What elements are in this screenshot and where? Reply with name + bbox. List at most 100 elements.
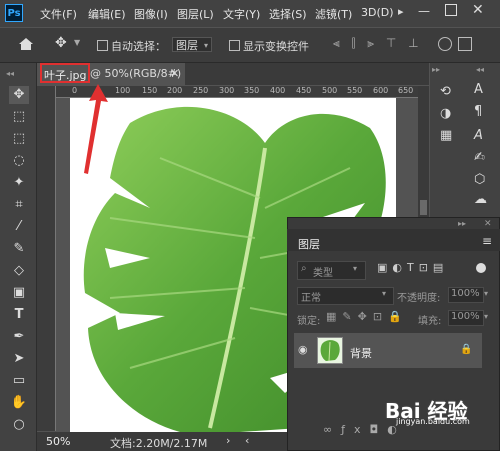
layers-panel-title[interactable]: 图层 [298, 236, 320, 252]
layer-name[interactable]: 背景 [350, 345, 372, 361]
layer-thumbnail [317, 337, 343, 364]
ruler-tick: 650 [398, 86, 414, 95]
auto-select-label: 自动选择： [111, 40, 166, 53]
cloud-icon[interactable]: ☁ [474, 192, 487, 207]
move-tool-preset-icon[interactable]: ✥ [55, 35, 67, 51]
ruler-tick: 550 [347, 86, 363, 95]
ruler-tick: 500 [322, 86, 338, 95]
search-icon: ⌕ [301, 263, 307, 274]
lock-label: 锁定: [297, 316, 321, 327]
path-select-icon[interactable]: ➤ [9, 350, 29, 368]
menu-file[interactable]: 文件(F) [40, 6, 77, 22]
pen-icon[interactable]: ✒ [9, 328, 29, 346]
photoshop-logo-icon: Ps [5, 4, 23, 22]
menu-image[interactable]: 图像(I) [134, 6, 168, 22]
menu-more-icon[interactable]: ▸ [398, 5, 404, 18]
status-menu-arrow-icon[interactable]: › [226, 434, 230, 447]
ruler-tick: 0 [72, 86, 78, 95]
chevron-down-icon[interactable]: ▾ [484, 312, 488, 321]
show-transform-checkbox[interactable] [229, 40, 240, 51]
layer-bottom-actions[interactable]: ∞ƒx◘◐ [323, 423, 406, 436]
panel-collapse-icon[interactable]: ▸▸ [458, 219, 466, 228]
document-tab-name[interactable]: 叶子.jpg [44, 67, 87, 83]
ruler-tick: 450 [296, 86, 312, 95]
toolbar-collapse-icon[interactable]: ◂◂ [6, 69, 30, 79]
rectangle-icon[interactable]: ▭ [9, 372, 29, 390]
color-icon[interactable]: ◑ [440, 106, 451, 121]
text-icon[interactable]: T [9, 306, 29, 324]
cube-icon[interactable]: ⬡ [474, 172, 485, 187]
menu-filter[interactable]: 滤镜(T) [315, 6, 352, 22]
eraser-icon[interactable]: ◇ [9, 262, 29, 280]
annotation-arrow-icon [84, 84, 108, 174]
ruler-tick: 100 [115, 86, 131, 95]
home-icon[interactable] [18, 37, 34, 51]
brush-icon[interactable]: ✎ [9, 240, 29, 258]
chevron-down-icon: ▾ [353, 264, 358, 273]
layer-filter-icons[interactable]: ▣◐T⊡▤ [377, 261, 448, 274]
align-icons[interactable]: ⫷ ⫿ ⫸ ⊤ ⊥ [333, 36, 423, 51]
panel-close-icon[interactable]: ✕ [484, 219, 492, 229]
menu-3d[interactable]: 3D(D) [361, 6, 394, 19]
opacity-input[interactable]: 100% [448, 287, 484, 303]
auto-select-value: 图层 [176, 39, 198, 52]
ruler-tick: 350 [244, 86, 260, 95]
lasso-icon[interactable]: ◌ [9, 152, 29, 170]
paths-icon[interactable]: ✍ [474, 150, 485, 165]
ruler-tick: 250 [193, 86, 209, 95]
menu-edit[interactable]: 编辑(E) [88, 6, 126, 22]
move-icon[interactable]: ✥ [9, 86, 29, 104]
scrollbar-thumb[interactable] [420, 200, 427, 215]
minimize-icon[interactable]: — [418, 4, 430, 18]
show-transform-label: 显示变换控件 [243, 40, 309, 53]
3d-object-icon[interactable] [458, 37, 472, 51]
chevron-down-icon: ▾ [382, 289, 387, 298]
paragraph-icon[interactable]: ¶ [474, 104, 482, 119]
opacity-label: 不透明度: [397, 293, 441, 304]
auto-select-dropdown[interactable]: 图层 ▾ [172, 37, 212, 52]
maximize-icon[interactable] [445, 4, 457, 16]
fill-label: 填充: [418, 316, 442, 327]
filter-toggle-icon[interactable] [476, 263, 486, 273]
3d-mode-icon[interactable] [438, 37, 452, 51]
chevron-down-icon[interactable]: ▾ [484, 289, 488, 298]
menu-layer[interactable]: 图层(L) [177, 6, 214, 22]
zoom-level[interactable]: 50% [46, 435, 70, 448]
panel-menu-icon[interactable]: ≡ [482, 234, 492, 248]
document-size-info: 文档:2.20M/2.17M [110, 437, 208, 450]
visibility-eye-icon[interactable]: ◉ [298, 343, 308, 356]
chevron-down-icon[interactable]: ▼ [74, 38, 80, 47]
marquee-icon[interactable]: ⬚ [9, 130, 29, 148]
tab-close-icon[interactable]: ✕ [170, 67, 179, 80]
auto-select-checkbox[interactable] [97, 40, 108, 51]
status-scroll-left-icon[interactable]: ‹ [245, 434, 249, 447]
ruler-tick: 150 [142, 86, 158, 95]
menu-select[interactable]: 选择(S) [269, 6, 307, 22]
history-icon[interactable]: ⟲ [440, 84, 451, 99]
ruler-tick: 200 [167, 86, 183, 95]
magic-wand-icon[interactable]: ✦ [9, 174, 29, 192]
crop-icon[interactable]: ⌗ [9, 196, 29, 214]
eyedropper-icon[interactable]: ⁄ [9, 218, 29, 236]
grid-icon[interactable]: ▦ [440, 128, 452, 143]
ruler-tick: 300 [219, 86, 235, 95]
blend-mode-value: 正常 [301, 293, 321, 304]
artboard-icon[interactable]: ⬚ [9, 108, 29, 126]
zoom-icon[interactable]: ○ [9, 416, 29, 434]
close-icon[interactable]: ✕ [472, 2, 484, 18]
dock-collapse-icon[interactable]: ▸▸ [432, 65, 440, 74]
document-tab-info: @ 50%(RGB/8#) [90, 67, 182, 80]
layer-lock-icon: 🔒 [460, 344, 473, 355]
character-icon[interactable]: A [474, 82, 483, 97]
lock-icons[interactable]: ▦✎✥⊡🔒 [326, 310, 408, 323]
ruler-tick: 600 [373, 86, 389, 95]
hand-icon[interactable]: ✋ [9, 394, 29, 412]
fill-input[interactable]: 100% [448, 310, 484, 326]
dock-collapse-right-icon[interactable]: ◂◂ [476, 65, 484, 74]
glyphs-icon[interactable]: A [474, 128, 483, 143]
gradient-icon[interactable]: ▣ [9, 284, 29, 302]
ruler-tick: 400 [270, 86, 286, 95]
menu-type[interactable]: 文字(Y) [223, 6, 260, 22]
baidu-watermark-url: jingyan.baidu.com [396, 417, 470, 426]
layer-kind-label: 类型 [313, 268, 333, 279]
